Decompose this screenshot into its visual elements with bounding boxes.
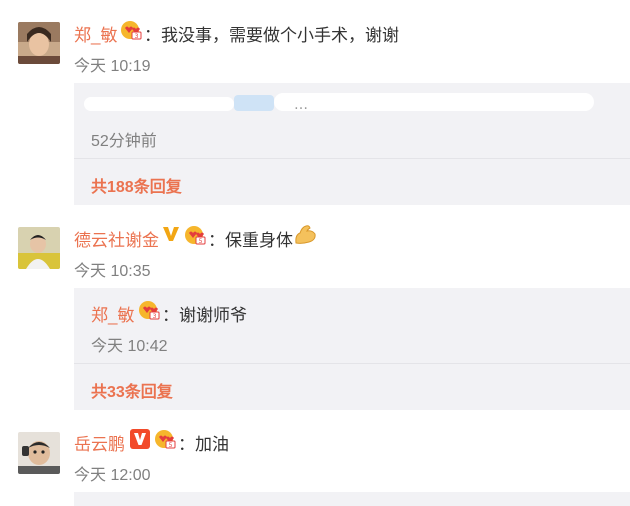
svg-text:5: 5 <box>199 238 203 245</box>
flexed-arm-emoji-icon <box>293 223 317 245</box>
svg-text:3: 3 <box>153 313 157 320</box>
comment-text: ：我没事，需要做个小手术，谢谢 <box>144 26 399 45</box>
reply-time: 52分钟前 <box>91 133 157 150</box>
svg-text:5: 5 <box>169 442 173 449</box>
reply-count-link[interactable]: 共188条回复 <box>91 173 182 197</box>
comment-text: ：加油 <box>178 435 229 454</box>
avatar-zheng-min[interactable] <box>18 22 60 64</box>
heart-face-badge-icon: 5 <box>154 429 176 449</box>
comment-time: 今天 12:00 <box>74 467 151 484</box>
reply-box <box>74 492 630 506</box>
svg-text:…: … <box>294 97 308 113</box>
verified-v-red-icon <box>130 429 150 449</box>
redacted-reply-line: … <box>84 91 594 113</box>
comment-time: 今天 10:19 <box>74 58 151 75</box>
comment-text: ：保重身体 <box>208 231 293 250</box>
commenter-name[interactable]: 岳云鹏 <box>74 430 125 455</box>
divider <box>74 363 630 364</box>
divider <box>74 158 630 159</box>
heart-face-badge-icon: 5 <box>184 225 206 245</box>
svg-text:3: 3 <box>135 33 139 40</box>
reply-text: ：谢谢师爷 <box>162 306 247 325</box>
heart-face-badge-icon: 3 <box>138 300 160 320</box>
reply-time: 今天 10:42 <box>91 338 168 355</box>
reply-author-name[interactable]: 郑_敏 <box>91 301 134 326</box>
reply-count-link[interactable]: 共33条回复 <box>91 378 173 402</box>
commenter-name[interactable]: 郑_敏 <box>74 21 117 46</box>
reply-box: 郑_敏 3 ：谢谢师爷 今天 10:42 共33条回复 <box>74 288 630 410</box>
heart-face-badge-icon: 3 <box>120 20 142 40</box>
verified-v-yellow-icon <box>162 225 180 243</box>
commenter-name[interactable]: 德云社谢金 <box>74 226 159 251</box>
reply-box: … 52分钟前 共188条回复 <box>74 83 630 205</box>
avatar-deyunshe-xiejin[interactable] <box>18 227 60 269</box>
avatar-yue-yunpeng[interactable] <box>18 432 60 474</box>
comment-time: 今天 10:35 <box>74 263 151 280</box>
